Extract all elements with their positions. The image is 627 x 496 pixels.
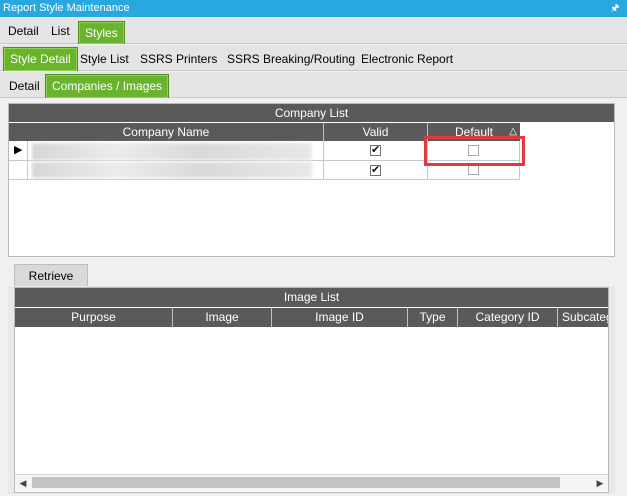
pin-icon[interactable]: 🖈 [609,0,621,17]
valid-checkbox[interactable] [370,163,381,176]
valid-checkbox[interactable] [370,143,381,156]
column-valid[interactable]: Valid [324,123,428,141]
column-subcategory[interactable]: Subcateg [558,308,608,327]
tabbar-styles: Style Detail Style List SSRS Printers SS… [0,45,627,71]
retrieve-button[interactable]: Retrieve [14,264,88,286]
column-type[interactable]: Type [408,308,458,327]
tab-list[interactable]: List [45,21,76,41]
column-company-name[interactable]: Company Name [9,123,324,141]
tab-styles[interactable]: Styles [78,21,125,44]
column-image-id[interactable]: Image ID [272,308,408,327]
tab-companies-images[interactable]: Companies / Images [45,74,170,98]
scrollbar-thumb[interactable] [32,477,560,488]
column-image[interactable]: Image [173,308,272,327]
company-list-title: Company List [9,104,614,122]
image-list-title: Image List [15,288,608,307]
company-name-cell[interactable] [28,141,324,161]
tab-electronic-report[interactable]: Electronic Report [355,49,459,69]
scroll-left-icon[interactable]: ◀ [16,476,30,490]
current-row-arrow-icon: ▶ [14,144,23,156]
highlight-box [424,136,525,166]
window-title: Report Style Maintenance [0,0,627,17]
column-category-id[interactable]: Category ID [458,308,558,327]
tab-ssrs-printers[interactable]: SSRS Printers [134,49,223,69]
company-name-cell[interactable] [28,161,324,180]
valid-cell[interactable] [324,161,428,180]
tab-detail[interactable]: Detail [2,21,45,41]
tabbar-main: Detail List Styles [0,17,627,44]
valid-cell[interactable] [324,141,428,161]
tab-ssrs-breaking-routing[interactable]: SSRS Breaking/Routing [221,49,361,69]
tab-style-list[interactable]: Style List [74,49,135,69]
tabbar-style-detail: Detail Companies / Images [0,72,627,98]
scroll-right-icon[interactable]: ▶ [593,476,607,490]
column-purpose[interactable]: Purpose [15,308,173,327]
tab-sub-detail[interactable]: Detail [3,76,46,96]
redacted-company-name [32,162,312,178]
tab-style-detail[interactable]: Style Detail [3,47,78,71]
row-selector[interactable]: ▶ [9,141,28,161]
row-selector[interactable] [9,161,28,180]
redacted-company-name [32,143,312,160]
